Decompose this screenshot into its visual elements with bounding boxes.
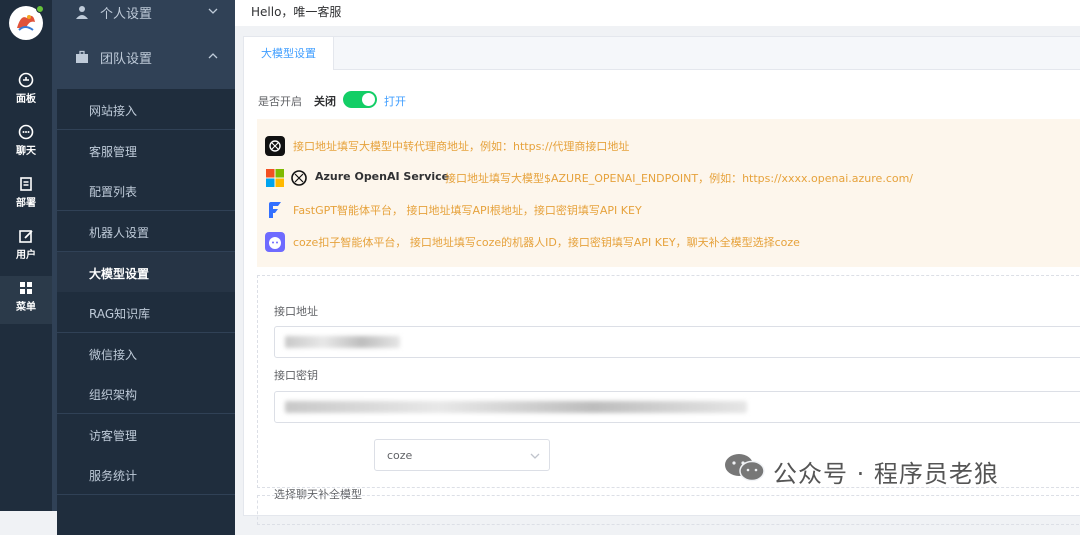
coze-icon xyxy=(265,232,285,252)
rail-item-chat[interactable]: 聊天 xyxy=(0,120,52,168)
chevron-down-icon xyxy=(208,8,218,14)
model-select-value: coze xyxy=(387,449,413,462)
api-url-input[interactable] xyxy=(274,326,1080,358)
sidebar-item-agents[interactable]: 客服管理 xyxy=(57,130,235,170)
sidebar-item-org[interactable]: 组织架构 xyxy=(57,373,235,413)
sidebar-item-label: 配置列表 xyxy=(89,185,138,199)
rail-label: 部署 xyxy=(16,198,36,209)
api-url-label: 接口地址 xyxy=(274,305,318,318)
sidebar-item-label: 客服管理 xyxy=(89,145,138,159)
sidebar-item-wechat[interactable]: 微信接入 xyxy=(57,333,235,373)
sidebar: 个人设置 团队设置 网站接入 客服管理 配置列表 机器人设置 大模型设置 RAG… xyxy=(52,0,235,535)
dashboard-icon xyxy=(18,72,34,88)
main-area: Hello，唯一客服 大模型设置 是否开启 关闭 打开 接口地址填写大模型中转代… xyxy=(235,0,1080,525)
person-icon xyxy=(76,6,88,19)
notice-row-fastgpt: FastGPT智能体平台， 接口地址填写API根地址，接口密钥填写API KEY xyxy=(257,197,1080,223)
greeting-text: Hello，唯一客服 xyxy=(251,5,342,19)
briefcase-icon xyxy=(76,50,88,63)
sidebar-item-label: RAG知识库 xyxy=(89,307,151,321)
notice-row-coze: coze扣子智能体平台， 接口地址填写coze的机器人ID，接口密钥填写API … xyxy=(257,229,1080,255)
rail-label: 用户 xyxy=(16,250,36,261)
notice-row-azure: Azure OpenAI Service 接口地址填写大模型$AZURE_OPE… xyxy=(257,165,1080,191)
sidebar-group-personal[interactable]: 个人设置 xyxy=(52,0,235,32)
tab-llm-settings[interactable]: 大模型设置 xyxy=(244,37,334,70)
sidebar-item-visitors[interactable]: 访客管理 xyxy=(57,414,235,454)
rail-label: 聊天 xyxy=(16,146,36,157)
sidebar-item-llm[interactable]: 大模型设置 xyxy=(57,252,235,292)
openai-icon xyxy=(265,136,285,156)
notice-text: 接口地址填写大模型$AZURE_OPENAI_ENDPOINT，例如：https… xyxy=(445,172,914,185)
rail-item-users[interactable]: 用户 xyxy=(0,224,52,272)
icon-rail: 面板 聊天 部署 用户 菜单 xyxy=(0,0,52,511)
rail-label: 菜单 xyxy=(16,302,36,313)
rail-item-menu[interactable]: 菜单 xyxy=(0,276,52,324)
rail-item-dashboard[interactable]: 面板 xyxy=(0,68,52,116)
fastgpt-icon xyxy=(269,202,281,218)
top-bar: Hello，唯一客服 xyxy=(235,0,1080,26)
sidebar-item-rag[interactable]: RAG知识库 xyxy=(57,292,235,332)
chevron-up-icon xyxy=(208,53,218,59)
notice-text: 接口地址填写大模型中转代理商地址，例如：https://代理商接口地址 xyxy=(293,140,630,153)
sidebar-item-stats[interactable]: 服务统计 xyxy=(57,454,235,494)
sidebar-item-label: 微信接入 xyxy=(89,348,138,362)
next-form-section xyxy=(257,495,1080,525)
sidebar-item-label: 网站接入 xyxy=(89,104,138,118)
notice-text: coze扣子智能体平台， 接口地址填写coze的机器人ID，接口密钥填写API … xyxy=(293,236,800,249)
wechat-icon xyxy=(725,454,765,482)
grid-icon xyxy=(20,282,32,294)
rail-item-deploy[interactable]: 部署 xyxy=(0,172,52,220)
azure-openai-icon xyxy=(291,170,307,186)
model-select[interactable]: coze xyxy=(374,439,550,471)
settings-card: 大模型设置 是否开启 关闭 打开 接口地址填写大模型中转代理商地址，例如：htt… xyxy=(243,36,1080,525)
switch-knob xyxy=(362,93,375,106)
sidebar-item-label: 机器人设置 xyxy=(89,226,150,240)
provider-notice: 接口地址填写大模型中转代理商地址，例如：https://代理商接口地址 Azur… xyxy=(257,119,1080,267)
tab-bar: 大模型设置 xyxy=(244,37,1080,70)
redacted-value xyxy=(285,401,747,413)
notice-brand: Azure OpenAI Service xyxy=(315,170,450,183)
enable-label: 是否开启 xyxy=(258,95,302,108)
enable-switch[interactable] xyxy=(343,91,377,108)
switch-off-label: 关闭 xyxy=(314,95,336,108)
microsoft-icon xyxy=(266,169,284,187)
sidebar-group-label: 个人设置 xyxy=(100,7,153,22)
redacted-value xyxy=(285,336,400,348)
api-key-label: 接口密钥 xyxy=(274,369,318,382)
rail-label: 面板 xyxy=(16,94,36,105)
sidebar-item-robot[interactable]: 机器人设置 xyxy=(57,211,235,251)
chat-icon xyxy=(18,124,34,140)
sidebar-item-label: 组织架构 xyxy=(89,388,138,402)
notice-text: FastGPT智能体平台， 接口地址填写API根地址，接口密钥填写API KEY xyxy=(293,204,642,217)
sidebar-item-label: 访客管理 xyxy=(89,429,138,443)
sidebar-item-label: 服务统计 xyxy=(89,469,138,483)
online-status-dot xyxy=(36,5,44,13)
sidebar-item-website[interactable]: 网站接入 xyxy=(57,89,235,129)
deploy-icon xyxy=(20,177,32,191)
chevron-down-icon xyxy=(530,453,540,459)
api-key-input[interactable] xyxy=(274,391,1080,423)
notice-row-openai: 接口地址填写大模型中转代理商地址，例如：https://代理商接口地址 xyxy=(257,133,1080,159)
watermark-text: 公众号 · 程序员老狼 xyxy=(773,460,999,488)
user-edit-icon xyxy=(19,230,33,243)
switch-on-label: 打开 xyxy=(384,95,406,108)
sidebar-group-team[interactable]: 团队设置 xyxy=(52,37,235,77)
sidebar-group-label: 团队设置 xyxy=(100,52,153,67)
sidebar-item-config[interactable]: 配置列表 xyxy=(57,170,235,210)
sidebar-item-more[interactable] xyxy=(57,495,235,535)
sidebar-item-label: 大模型设置 xyxy=(89,267,150,281)
